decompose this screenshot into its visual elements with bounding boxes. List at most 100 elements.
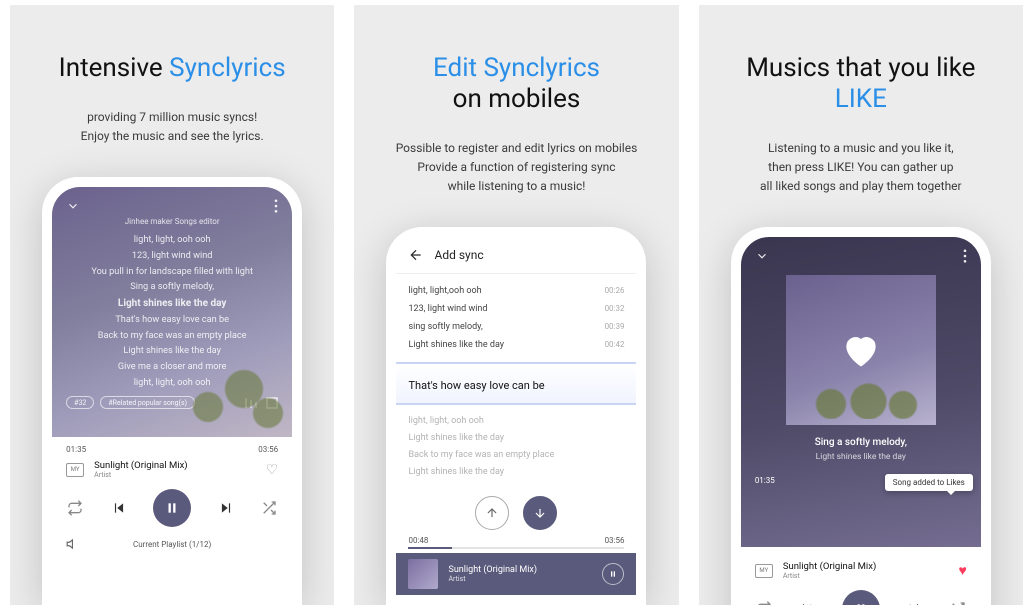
subtitle-line: Possible to register and edit lyrics on … xyxy=(396,139,638,158)
chip-rank[interactable]: #32 xyxy=(66,396,94,409)
title-accent: Synclyrics xyxy=(169,53,286,83)
sync-list: light, light,ooh ooh00:26 123, light win… xyxy=(396,274,636,362)
sync-time: 00:39 xyxy=(605,322,625,332)
next-icon[interactable] xyxy=(217,499,235,517)
track-title: Sunlight (Original Mix) xyxy=(94,460,255,471)
lyric-line: Give me a closer and more xyxy=(66,359,278,375)
sync-text: Light shines like the day xyxy=(408,340,504,350)
lyric-line: 123, light wind wind xyxy=(66,248,278,264)
lyric-line: You pull in for landscape filled with li… xyxy=(66,264,278,280)
sync-text: light, light,ooh ooh xyxy=(408,286,481,296)
sync-row[interactable]: Light shines like the day 00:42 xyxy=(408,336,624,354)
shuffle-icon[interactable] xyxy=(949,600,967,605)
time-total: 03:56 xyxy=(258,445,278,454)
title-accent: Edit Synclyrics xyxy=(433,53,600,83)
like-button[interactable]: ♡ xyxy=(266,462,279,478)
prev-icon[interactable] xyxy=(798,600,816,605)
phone-mock: Add sync light, light,ooh ooh00:26 123, … xyxy=(386,227,646,605)
mini-pause-button[interactable] xyxy=(602,563,624,585)
more-icon[interactable] xyxy=(274,199,278,213)
sync-row[interactable]: sing softly melody, 00:39 xyxy=(408,318,624,336)
subtitle-line: providing 7 million music syncs! xyxy=(81,108,264,127)
lyrics-view: Jinhee maker Songs editor light, light, … xyxy=(52,187,292,437)
next-icon[interactable] xyxy=(905,600,923,605)
like-button[interactable]: ♥ xyxy=(959,562,967,579)
current-lyric-text: That's how easy love can be xyxy=(408,379,544,392)
title: Edit Synclyrics on mobiles xyxy=(433,53,600,115)
sync-time: 00:42 xyxy=(605,340,625,350)
subtitle: providing 7 million music syncs! Enjoy t… xyxy=(81,108,264,145)
screen-header: Add sync xyxy=(396,237,636,274)
album-art xyxy=(786,275,936,425)
track-artist: Artist xyxy=(783,572,949,580)
player: MY Sunlight (Original Mix) Artist ♥ xyxy=(741,547,981,605)
lyric-line: Light shines like the day xyxy=(408,464,624,481)
lyric-line: light, light, ooh ooh xyxy=(66,375,278,391)
title-part1: Musics that you like xyxy=(746,53,975,83)
track-title: Sunlight (Original Mix) xyxy=(448,565,592,575)
speaker-icon[interactable] xyxy=(66,537,80,551)
lyric-line: That's how easy love can be xyxy=(66,312,278,328)
chip-related[interactable]: #Related popular song(s) xyxy=(100,396,195,409)
credits: Jinhee maker Songs editor xyxy=(66,217,278,226)
equalizer-icon[interactable] xyxy=(244,397,258,409)
lyrics-button[interactable]: MY xyxy=(66,463,84,477)
playlist-label[interactable]: Current Playlist (1/12) xyxy=(90,540,254,549)
chevron-down-icon[interactable] xyxy=(66,199,80,213)
like-tooltip: Song added to Likes xyxy=(885,474,973,491)
now-playing-bar[interactable]: Sunlight (Original Mix) Artist xyxy=(396,553,636,595)
current-lyric-editor[interactable]: That's how easy love can be xyxy=(396,362,636,405)
title-part1: Intensive xyxy=(59,53,170,83)
lyric-line-current: Light shines like the day xyxy=(66,295,278,312)
phone-mock: Sing a softly melody, Light shines like … xyxy=(731,227,991,605)
more-icon[interactable] xyxy=(963,249,967,263)
subtitle-line: all liked songs and play them together xyxy=(760,177,962,196)
back-icon[interactable] xyxy=(408,247,424,263)
subtitle-line: Listening to a music and you like it, xyxy=(760,139,962,158)
lyric-line: light, light, ooh ooh xyxy=(66,232,278,248)
subtitle: Listening to a music and you like it, th… xyxy=(760,139,962,195)
header-title: Add sync xyxy=(434,248,483,262)
title-part2: on mobiles xyxy=(453,84,581,114)
upcoming-lyrics: light, light, ooh ooh Light shines like … xyxy=(396,405,636,489)
up-button[interactable] xyxy=(475,496,509,530)
subtitle-line: then press LIKE! You can gather up xyxy=(760,158,962,177)
track-artist: Artist xyxy=(448,575,592,583)
time-elapsed: 01:35 xyxy=(66,445,86,454)
shuffle-icon[interactable] xyxy=(260,499,278,517)
prev-icon[interactable] xyxy=(110,499,128,517)
lyrics-button[interactable]: MY xyxy=(755,564,773,578)
track-artist: Artist xyxy=(94,471,255,479)
progress-bar[interactable] xyxy=(408,547,624,549)
pause-button[interactable] xyxy=(842,590,880,605)
title: Musics that you like LIKE xyxy=(746,53,975,115)
chevron-down-icon[interactable] xyxy=(755,249,769,263)
sync-row[interactable]: 123, light wind wind00:32 xyxy=(408,300,624,318)
promo-panel-edit: Edit Synclyrics on mobiles Possible to r… xyxy=(354,5,678,605)
lyric-line-sub: Light shines like the day xyxy=(816,452,906,462)
sync-text: sing softly melody, xyxy=(408,322,482,332)
sync-time: 00:32 xyxy=(605,304,625,314)
subtitle-line: while listening to a music! xyxy=(396,177,638,196)
track-title: Sunlight (Original Mix) xyxy=(783,561,949,572)
title: Intensive Synclyrics xyxy=(59,53,286,84)
repeat-icon[interactable] xyxy=(755,600,773,605)
promo-panel-synclyrics: Intensive Synclyrics providing 7 million… xyxy=(10,5,334,605)
lyrics-list: light, light, ooh ooh 123, light wind wi… xyxy=(66,232,278,390)
player: 01:35 03:56 MY Sunlight (Original Mix) A… xyxy=(52,437,292,551)
repeat-icon[interactable] xyxy=(66,499,84,517)
title-accent: LIKE xyxy=(835,84,887,114)
lyric-line-main: Sing a softly melody, xyxy=(815,437,907,448)
time-elapsed: 00:48 xyxy=(408,536,428,545)
pause-button[interactable] xyxy=(153,489,191,527)
fullscreen-icon[interactable] xyxy=(266,397,278,409)
subtitle-line: Enjoy the music and see the lyrics. xyxy=(81,127,264,146)
subtitle: Possible to register and edit lyrics on … xyxy=(396,139,638,195)
down-button[interactable] xyxy=(523,496,557,530)
time-elapsed: 01:35 xyxy=(755,476,775,485)
lyric-line: Sing a softly melody, xyxy=(66,279,278,295)
sync-row[interactable]: light, light,ooh ooh00:26 xyxy=(408,282,624,300)
time-total: 03:56 xyxy=(605,536,625,545)
player-hero: Sing a softly melody, Light shines like … xyxy=(741,237,981,547)
lyric-line: Back to my face was an empty place xyxy=(408,447,624,464)
